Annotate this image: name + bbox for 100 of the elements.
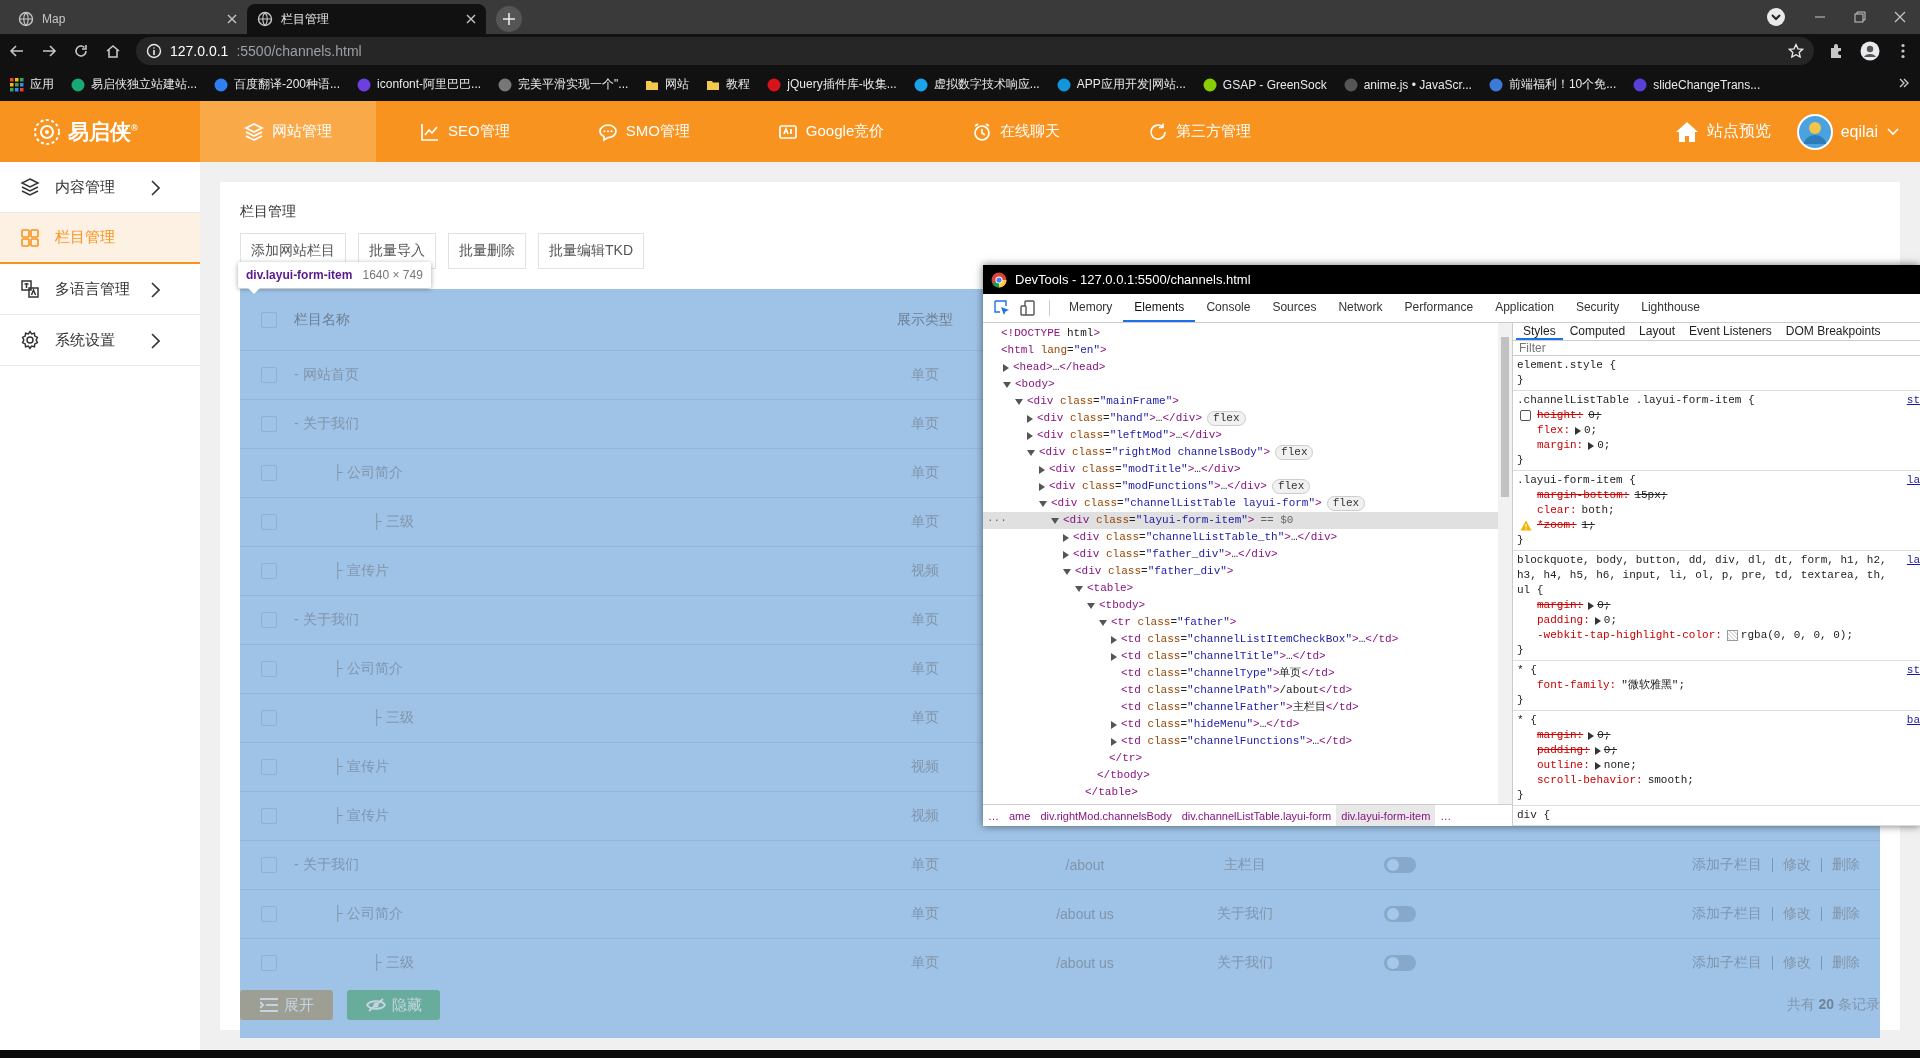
dom-node[interactable]: <div class="hand">…</div> <box>1037 410 1203 427</box>
bookmark[interactable]: 虚拟数字技术响应... <box>913 76 1040 93</box>
dom-node[interactable]: <table> <box>1087 580 1134 597</box>
css-value[interactable]: 0; <box>1597 598 1611 613</box>
flex-badge[interactable]: flex <box>1326 496 1366 511</box>
css-value[interactable]: both; <box>1581 503 1615 518</box>
expand-arrow-icon[interactable] <box>1003 363 1009 372</box>
breadcrumb[interactable]: div.rightMod.channelsBody <box>1035 805 1177 826</box>
breadcrumb[interactable]: … <box>1435 805 1457 826</box>
dom-node[interactable]: <td class="channelTitle">…</td> <box>1121 648 1326 665</box>
restore-icon[interactable] <box>1854 11 1866 23</box>
tab-search-icon[interactable] <box>1766 7 1786 27</box>
bookmark[interactable]: iconfont-阿里巴巴... <box>357 76 482 93</box>
devtools-tab[interactable]: Network <box>1327 294 1394 322</box>
devtools-tab[interactable]: Performance <box>1393 294 1485 322</box>
flex-badge[interactable]: flex <box>1207 411 1246 426</box>
devtools-tab[interactable]: Console <box>1195 294 1262 322</box>
expand-arrow-icon[interactable] <box>1594 746 1601 755</box>
css-property[interactable]: margin: <box>1537 598 1584 613</box>
dom-node[interactable]: <html lang="en"> <box>1001 342 1107 359</box>
collapse-arrow-icon[interactable] <box>1099 619 1107 626</box>
styles-tab[interactable]: Event Listeners <box>1682 323 1779 340</box>
sidebar-item[interactable]: 多语言管理 <box>0 264 200 315</box>
dom-node[interactable]: <div class="rightMod channelsBody"> <box>1039 444 1271 461</box>
scrollbar[interactable] <box>1498 323 1512 804</box>
bookmark[interactable]: slideChangeTrans... <box>1633 77 1761 92</box>
dom-node[interactable]: <div class="modTitle">…</div> <box>1049 461 1241 478</box>
css-property[interactable]: clear: <box>1537 503 1577 518</box>
new-tab-button[interactable] <box>496 6 522 32</box>
expand-arrow-icon[interactable] <box>1594 616 1601 625</box>
browser-tab[interactable]: 栏目管理 <box>247 4 486 34</box>
devtools-tab[interactable]: Sources <box>1261 294 1328 322</box>
dom-node[interactable]: <tbody> <box>1099 597 1146 614</box>
breadcrumb[interactable]: ame <box>1004 805 1036 826</box>
css-property[interactable]: outline: <box>1537 758 1590 773</box>
more-icon[interactable]: ··· <box>987 512 1007 529</box>
styles-tab[interactable]: DOM Breakpoints <box>1778 323 1888 340</box>
dom-node[interactable]: <div class="channelListTable layui-form"> <box>1051 495 1322 512</box>
css-value[interactable]: 1; <box>1581 518 1595 533</box>
dom-node[interactable]: <head>…</head> <box>1013 359 1106 376</box>
devtools-tab[interactable]: Elements <box>1123 294 1196 322</box>
expand-arrow-icon[interactable] <box>1575 426 1581 435</box>
styles-tab[interactable]: Computed <box>1562 323 1633 340</box>
css-property[interactable]: font-family: <box>1537 678 1617 693</box>
more-bookmarks-icon[interactable] <box>1898 77 1910 89</box>
dom-node[interactable]: <div class="layui-form-item"> <box>1063 512 1255 529</box>
inspect-icon[interactable] <box>993 299 1011 317</box>
dom-node[interactable]: <div class="modFunctions">…</div> <box>1049 478 1267 495</box>
dom-node[interactable]: </table> <box>1085 784 1138 801</box>
css-value[interactable]: none; <box>1603 758 1637 773</box>
dom-node[interactable]: <!DOCTYPE html> <box>1001 325 1101 342</box>
css-value[interactable]: rgba(0, 0, 0, 0); <box>1740 628 1854 643</box>
css-value[interactable]: 15px; <box>1634 488 1668 503</box>
dom-node[interactable]: <div class="leftMod">…</div> <box>1037 427 1222 444</box>
close-icon[interactable] <box>1894 11 1906 23</box>
source-link[interactable]: la <box>1906 553 1920 568</box>
collapse-arrow-icon[interactable] <box>1027 449 1035 456</box>
css-property[interactable]: flex: <box>1537 423 1570 438</box>
dom-node[interactable]: <body> <box>1015 376 1055 393</box>
dom-node[interactable]: <div class="father_div"> <box>1075 563 1234 580</box>
expand-arrow-icon[interactable] <box>1594 761 1601 770</box>
bookmark[interactable]: 网站 <box>645 76 690 93</box>
toolbar-button[interactable]: 批量编辑TKD <box>538 233 644 269</box>
star-icon[interactable] <box>1788 43 1804 59</box>
dom-node[interactable]: <div class="channelListTable_th">…</div> <box>1073 529 1338 546</box>
dom-node[interactable]: <td class="hideMenu">…</td> <box>1121 716 1300 733</box>
dom-node[interactable]: <td class="channelFather">主栏目</td> <box>1121 699 1359 716</box>
bookmark[interactable]: 百度翻译-200种语... <box>214 76 341 93</box>
dom-node[interactable]: </tr> <box>1109 750 1142 767</box>
breadcrumb[interactable]: div.layui-form-item <box>1336 805 1436 826</box>
filter-field[interactable]: Filter <box>1513 341 1920 356</box>
css-property[interactable]: padding: <box>1537 743 1590 758</box>
css-property[interactable]: margin: <box>1537 728 1584 743</box>
bookmark[interactable]: GSAP - GreenSock <box>1202 77 1327 92</box>
devtools-tab[interactable]: Security <box>1564 294 1631 322</box>
toggle-switch[interactable] <box>1384 955 1416 971</box>
devtools-tab[interactable]: Lighthouse <box>1630 294 1711 322</box>
dom-node[interactable]: <div class="father_div">…</div> <box>1073 546 1278 563</box>
bookmark[interactable]: 完美平滑实现一个"... <box>498 76 629 93</box>
device-icon[interactable] <box>1019 299 1037 317</box>
dom-node[interactable]: <tr class="father"> <box>1111 614 1237 631</box>
dom-node[interactable]: </tbody> <box>1097 767 1150 784</box>
profile-icon[interactable] <box>1860 41 1880 61</box>
bookmark[interactable]: 教程 <box>706 76 751 93</box>
bookmark[interactable]: jQuery插件库-收集... <box>767 76 897 93</box>
reload-icon[interactable] <box>72 42 90 60</box>
source-link[interactable]: st <box>1906 393 1920 408</box>
expand-arrow-icon[interactable] <box>1588 441 1595 450</box>
collapse-arrow-icon[interactable] <box>1087 602 1095 609</box>
collapse-arrow-icon[interactable] <box>1051 517 1059 524</box>
flex-badge[interactable]: flex <box>1275 445 1314 460</box>
breadcrumb[interactable]: … <box>983 805 1004 826</box>
dom-node[interactable]: <td class="channelFunctions">…</td> <box>1121 733 1353 750</box>
bookmark[interactable]: 易启侠独立站建站... <box>71 76 197 93</box>
devtools-tab[interactable]: Memory <box>1058 294 1124 322</box>
flex-badge[interactable]: flex <box>1271 479 1311 494</box>
css-property[interactable]: height: <box>1537 408 1584 423</box>
css-property[interactable]: margin-bottom: <box>1537 488 1630 503</box>
expand-arrow-icon[interactable] <box>1588 601 1595 610</box>
toggle-switch[interactable] <box>1384 906 1416 922</box>
